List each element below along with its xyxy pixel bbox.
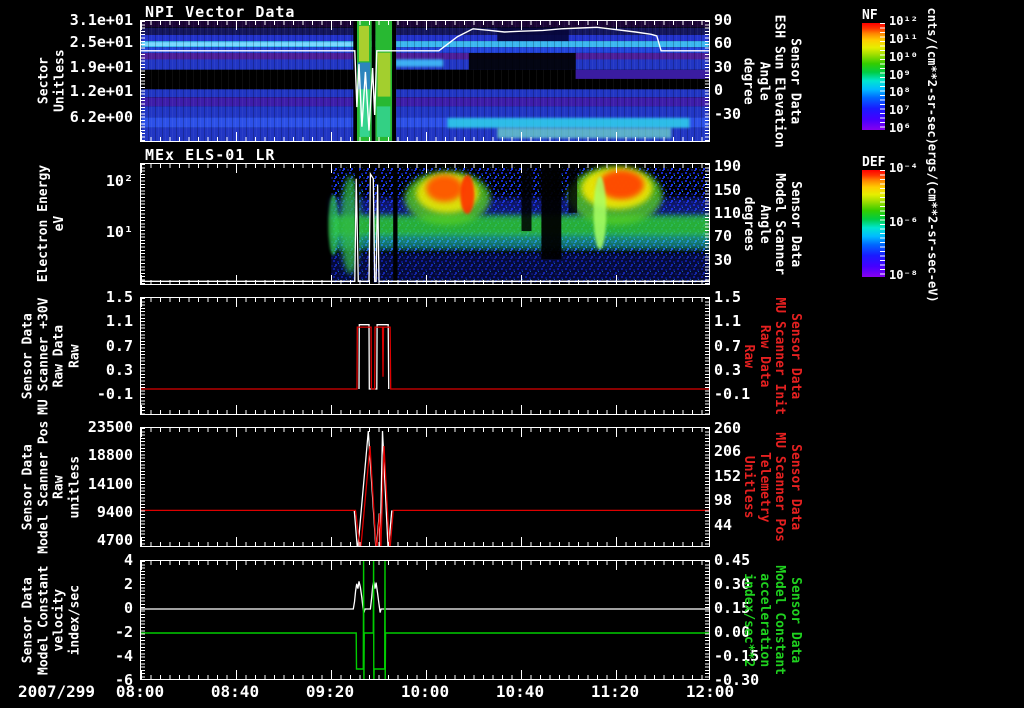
tick-label: 152 xyxy=(714,466,742,485)
tick-label: 0.3 xyxy=(714,361,742,380)
colorbar2-title: DEF xyxy=(862,155,886,170)
tick-label: 0.30 xyxy=(714,575,751,593)
plot-canvas: NPI Vector Data MEx ELS-01 LR 3.1e+01 2.5… xyxy=(0,0,1024,708)
tick-label: -30 xyxy=(714,104,742,123)
tick-label: 2 xyxy=(123,575,133,593)
time-tick-label: 10:00 xyxy=(400,682,450,701)
tick-label: 1.9e+01 xyxy=(69,57,133,76)
time-tick-label: 08:40 xyxy=(210,682,260,701)
panel2-spectrogram xyxy=(140,163,710,285)
tick-label: 1.1 xyxy=(714,311,742,330)
tick-label: 0.7 xyxy=(105,336,133,355)
data-series xyxy=(358,324,390,390)
time-tick-label: 12:00 xyxy=(685,682,735,701)
panel3-lineplot xyxy=(140,297,710,415)
tick-label: 0.45 xyxy=(714,551,751,569)
tick-label: 4 xyxy=(123,551,133,569)
data-series xyxy=(141,445,709,546)
tick-label: 10⁷ xyxy=(889,103,911,118)
tick-label: -0.1 xyxy=(96,384,133,403)
tick-label: 260 xyxy=(714,418,742,437)
tick-label: 1.2e+01 xyxy=(69,82,133,100)
tick-label: 0.15 xyxy=(714,599,751,617)
tick-label: 60 xyxy=(714,34,733,53)
colorbar2 xyxy=(862,170,885,277)
panel1-title: NPI Vector Data xyxy=(145,3,296,21)
panel5-lineplot xyxy=(140,560,710,680)
tick-label: 110 xyxy=(714,204,742,223)
time-tick-label: 08:00 xyxy=(115,682,165,701)
tick-label: 10² xyxy=(105,172,133,191)
tick-label: -4 xyxy=(114,647,133,665)
tick-label: 10⁶ xyxy=(889,121,911,135)
date-label: 2007/299 xyxy=(18,682,96,701)
panel1-spectrogram xyxy=(140,20,710,142)
tick-label: 0.7 xyxy=(714,336,742,355)
tick-label: 150 xyxy=(714,180,742,199)
tick-label: 0 xyxy=(123,599,133,617)
data-series xyxy=(141,581,709,613)
tick-label: 0.00 xyxy=(714,623,751,641)
tick-label: 30 xyxy=(714,57,733,76)
tick-label: 206 xyxy=(714,442,742,460)
tick-label: 2.5e+01 xyxy=(69,32,133,51)
tick-label: 6.2e+00 xyxy=(69,107,133,126)
tick-label: 0 xyxy=(714,81,724,100)
tick-label: 70 xyxy=(714,227,733,246)
tick-label: 1.5 xyxy=(105,288,133,306)
tick-label: 3.1e+01 xyxy=(69,11,133,29)
tick-label: 1.5 xyxy=(714,288,742,306)
colorbar1 xyxy=(862,23,885,130)
tick-label: 10⁸ xyxy=(889,85,911,100)
time-tick-label: 10:40 xyxy=(495,682,545,701)
time-tick-label: 11:20 xyxy=(590,682,640,701)
tick-label: 18800 xyxy=(87,445,133,464)
tick-label: 190 xyxy=(714,157,742,176)
tick-label: 10¹¹ xyxy=(889,31,918,46)
tick-label: 10⁻⁴ xyxy=(889,161,918,175)
tick-label: 44 xyxy=(714,516,733,535)
tick-label: -0.15 xyxy=(714,647,760,665)
tick-label: 1.1 xyxy=(105,311,133,330)
tick-label: 0.3 xyxy=(105,361,133,380)
tick-label: 10⁻⁶ xyxy=(889,214,918,229)
panel2-title: MEx ELS-01 LR xyxy=(145,146,276,164)
colorbar1-title: NF xyxy=(862,8,878,23)
tick-label: 14100 xyxy=(87,475,133,493)
tick-label: 10¹ xyxy=(105,223,133,242)
tick-label: 4700 xyxy=(96,531,133,550)
tick-label: 10¹⁰ xyxy=(889,49,918,64)
tick-label: 10⁻⁸ xyxy=(889,268,918,282)
tick-label: 30 xyxy=(714,250,733,269)
tick-label: 10⁹ xyxy=(889,67,911,82)
panel4-lineplot xyxy=(140,427,710,547)
data-series xyxy=(141,561,709,679)
data-series xyxy=(141,326,709,390)
time-tick-label: 09:20 xyxy=(305,682,355,701)
tick-label: 90 xyxy=(714,11,733,29)
tick-label: -0.1 xyxy=(714,384,751,403)
tick-label: 10¹² xyxy=(889,14,918,28)
tick-label: 9400 xyxy=(96,502,133,521)
tick-label: -2 xyxy=(114,623,133,641)
tick-label: 98 xyxy=(714,490,733,509)
tick-label: 23500 xyxy=(87,418,133,436)
